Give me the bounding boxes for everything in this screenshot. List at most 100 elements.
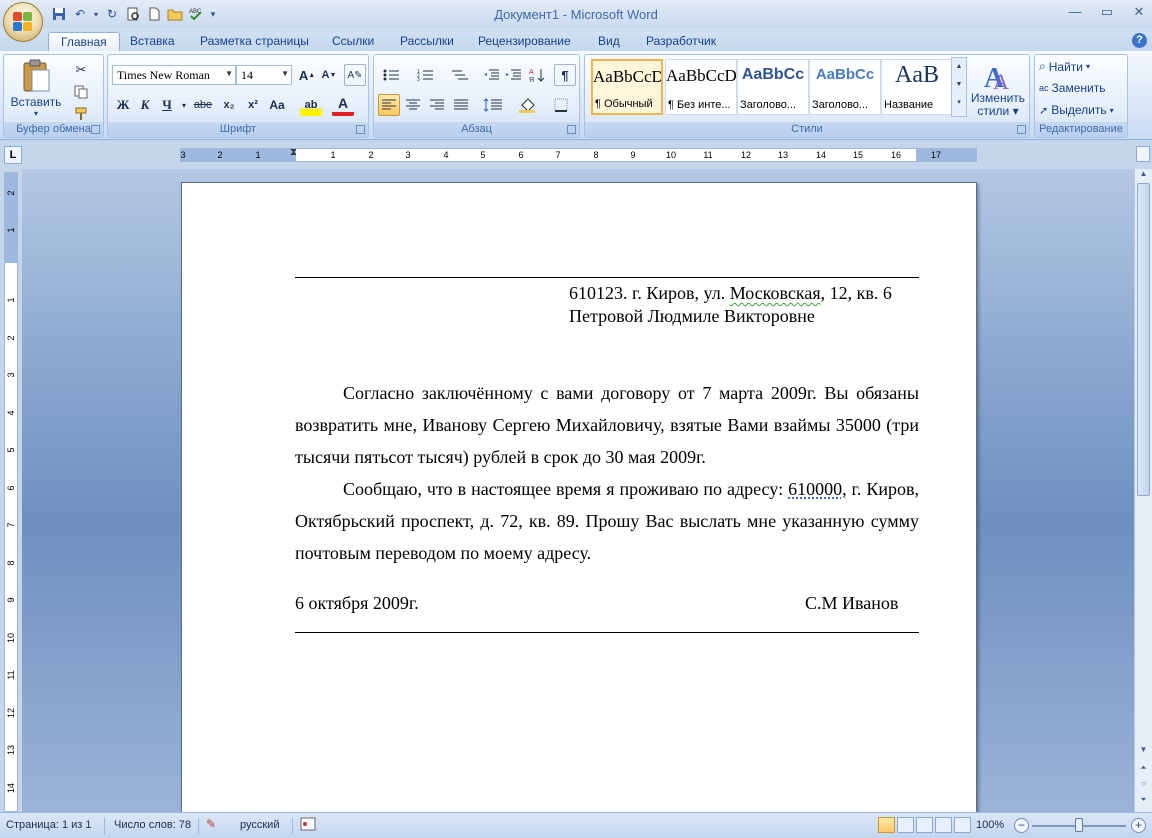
align-left-icon[interactable]	[378, 94, 400, 116]
justify-icon[interactable]	[450, 94, 472, 116]
paste-button[interactable]: Вставить ▾	[11, 57, 61, 119]
proofing-icon[interactable]: ✎	[206, 817, 216, 831]
tab-home[interactable]: Главная	[48, 32, 120, 52]
gallery-down-icon[interactable]: ▼	[952, 76, 966, 94]
style-title[interactable]: AaB Название	[881, 59, 953, 115]
style-no-spacing[interactable]: AaBbCcDd ¶ Без инте...	[665, 59, 737, 115]
sort-icon[interactable]: AЯ	[526, 64, 548, 86]
document-page[interactable]: 610123. г. Киров, ул. Московская, 12, кв…	[181, 182, 977, 812]
styles-launcher-icon[interactable]	[1017, 125, 1026, 134]
numbering-icon[interactable]: 123	[412, 64, 442, 86]
superscript-button[interactable]: x²	[242, 94, 264, 116]
style-normal[interactable]: AaBbCcDd ¶ Обычный	[591, 59, 663, 115]
outline-view-icon[interactable]	[935, 817, 952, 833]
tab-developer[interactable]: Разработчик	[634, 32, 728, 52]
font-name-combo[interactable]: Times New Roman ▼	[112, 65, 236, 85]
decrease-indent-icon[interactable]	[480, 64, 502, 86]
word-count[interactable]: Число слов: 78	[114, 819, 191, 831]
page-count[interactable]: Страница: 1 из 1	[6, 819, 92, 831]
strikethrough-button[interactable]: abe	[192, 94, 214, 116]
replace-button[interactable]: ac Заменить	[1039, 81, 1105, 95]
draft-view-icon[interactable]	[954, 817, 971, 833]
indent-marker-icon[interactable]: ⧗	[290, 147, 297, 158]
shading-icon[interactable]	[514, 94, 544, 116]
web-layout-view-icon[interactable]	[916, 817, 933, 833]
change-styles-button[interactable]: AA Изменить стили ▾	[969, 57, 1027, 121]
zoom-in-icon[interactable]: +	[1131, 818, 1146, 833]
tab-selector[interactable]: L	[4, 146, 22, 164]
font-launcher-icon[interactable]	[356, 125, 365, 134]
tab-insert[interactable]: Вставка	[118, 32, 187, 52]
help-icon[interactable]: ?	[1132, 33, 1147, 48]
group-label-styles: Стили	[585, 122, 1029, 137]
next-page-icon[interactable]: ⏷	[1137, 795, 1150, 809]
prev-page-icon[interactable]: ⏶	[1137, 763, 1150, 777]
cut-icon[interactable]: ✂	[70, 59, 92, 81]
view-ruler-icon[interactable]	[1136, 146, 1150, 162]
maximize-icon[interactable]: ▭	[1098, 4, 1116, 20]
bold-button[interactable]: Ж	[112, 94, 134, 116]
scroll-up-icon[interactable]: ▲	[1137, 169, 1150, 183]
align-center-icon[interactable]	[402, 94, 424, 116]
grow-font-button[interactable]: A ▲	[296, 64, 318, 86]
clipboard-launcher-icon[interactable]	[91, 125, 100, 134]
close-icon[interactable]: ✕	[1130, 4, 1148, 20]
group-label-font: Шрифт	[108, 122, 368, 137]
binoculars-icon: ⌕	[1039, 59, 1046, 73]
replace-icon: ac	[1039, 83, 1049, 93]
print-layout-view-icon[interactable]	[878, 817, 895, 833]
line-spacing-icon[interactable]	[478, 94, 508, 116]
subscript-button[interactable]: x₂	[218, 94, 240, 116]
font-size-dropdown-icon[interactable]: ▼	[281, 69, 289, 78]
clear-formatting-icon[interactable]: A✎	[344, 64, 366, 86]
scroll-thumb[interactable]	[1137, 183, 1150, 496]
styles-gallery-scroll[interactable]: ▲ ▼ ▾	[951, 57, 967, 117]
bullets-icon[interactable]	[378, 64, 408, 86]
vertical-scrollbar[interactable]: ▲ ▼ ⏶ ○ ⏷	[1134, 169, 1152, 812]
styles-gallery: AaBbCcDd ¶ Обычный AaBbCcDd ¶ Без инте..…	[591, 59, 967, 117]
paste-dropdown-icon[interactable]: ▾	[34, 109, 38, 118]
select-button[interactable]: ➚ Выделить ▾	[1039, 103, 1114, 117]
font-name-dropdown-icon[interactable]: ▼	[225, 69, 233, 78]
tab-review[interactable]: Рецензирование	[466, 32, 583, 52]
language-indicator[interactable]: русский	[240, 819, 279, 831]
highlight-button[interactable]: ab	[300, 94, 322, 116]
gallery-more-icon[interactable]: ▾	[952, 94, 966, 112]
change-case-button[interactable]: Aa	[266, 94, 288, 116]
show-marks-button[interactable]: ¶	[554, 64, 576, 86]
tab-view[interactable]: Вид	[586, 32, 632, 52]
multilevel-list-icon[interactable]	[446, 64, 476, 86]
style-heading-1[interactable]: AaBbCc Заголово...	[737, 59, 809, 115]
zoom-out-icon[interactable]: −	[1014, 818, 1029, 833]
tab-references[interactable]: Ссылки	[320, 32, 386, 52]
office-logo-icon	[13, 12, 33, 32]
minimize-icon[interactable]: —	[1066, 4, 1084, 20]
align-right-icon[interactable]	[426, 94, 448, 116]
office-button[interactable]	[3, 2, 43, 42]
zoom-slider-thumb[interactable]	[1075, 818, 1083, 832]
shrink-font-button[interactable]: A ▼	[318, 64, 340, 86]
full-screen-view-icon[interactable]	[897, 817, 914, 833]
zoom-level[interactable]: 100%	[976, 819, 1004, 831]
copy-icon[interactable]	[70, 81, 92, 103]
borders-icon[interactable]	[548, 94, 574, 116]
font-size-combo[interactable]: 14 ▼	[236, 65, 292, 85]
style-heading-2[interactable]: AaBbCc Заголово...	[809, 59, 881, 115]
underline-button[interactable]: Ч	[156, 94, 178, 116]
tab-mailings[interactable]: Рассылки	[388, 32, 466, 52]
italic-button[interactable]: К	[134, 94, 156, 116]
gallery-up-icon[interactable]: ▲	[952, 58, 966, 76]
tab-page-layout[interactable]: Разметка страницы	[188, 32, 321, 52]
vertical-ruler[interactable]: 2 1 1 2 3 4 5 6 7 8 9 10 11 12 13 14	[4, 172, 18, 812]
underline-dropdown-icon[interactable]: ▾	[178, 94, 190, 116]
horizontal-ruler[interactable]: 3 2 1 ⧗ 1 2 3 4 5 6 7 8 9 10 11 12 13 14…	[180, 147, 977, 162]
svg-text:A: A	[993, 69, 1009, 92]
increase-indent-icon[interactable]	[502, 64, 524, 86]
find-button[interactable]: ⌕ Найти ▾	[1039, 59, 1090, 74]
font-color-button[interactable]: A	[332, 94, 354, 116]
scroll-down-icon[interactable]: ▼	[1137, 745, 1150, 759]
macro-record-icon[interactable]	[300, 817, 316, 834]
paragraph-launcher-icon[interactable]	[567, 125, 576, 134]
body-paragraph-1: Согласно заключённому с вами договору от…	[295, 383, 919, 467]
browse-object-icon[interactable]: ○	[1137, 779, 1150, 793]
